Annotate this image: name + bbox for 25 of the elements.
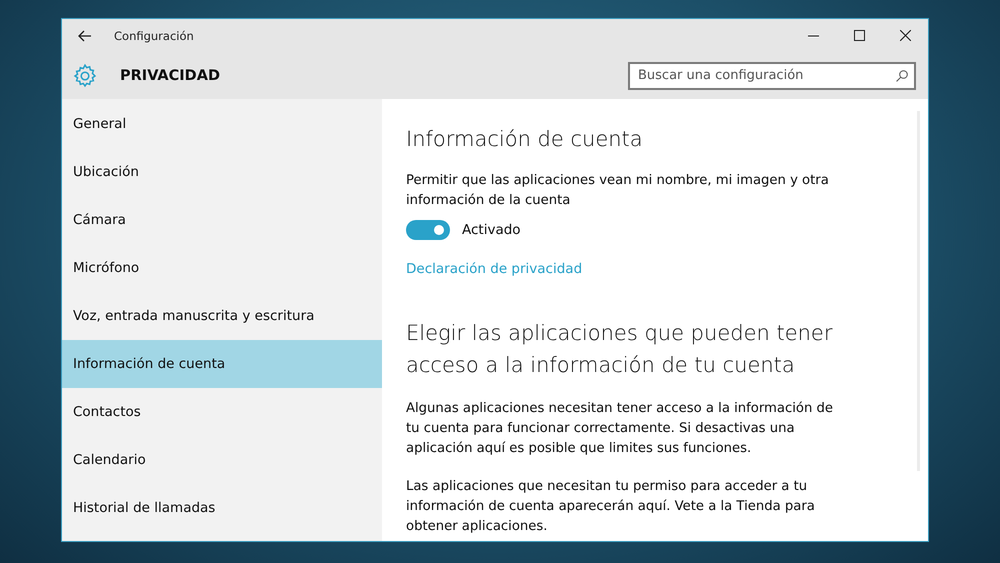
- info-paragraph: Algunas aplicaciones necesitan tener acceso a la información de tu cuenta para funcionar correctamente. Si desactivas una aplicación aquí es posible que limites sus funciones.: [406, 400, 834, 458]
- sidebar-item[interactable]: Contactos: [62, 388, 382, 436]
- sidebar-item[interactable]: Calendario: [62, 436, 382, 484]
- sidebar-item[interactable]: Voz, entrada manuscrita y escritura: [62, 292, 382, 340]
- sidebar-item[interactable]: Micrófono: [62, 244, 382, 292]
- minimize-icon: [808, 34, 818, 36]
- page-title: PRIVACIDAD: [120, 68, 221, 84]
- close-icon: [900, 30, 910, 41]
- search-icon: [896, 70, 908, 82]
- sidebar-item[interactable]: Cámara: [62, 196, 382, 244]
- setting-description: Permitir que las aplicaciones vean mi nombre, mi imagen y otra información de la cuenta: [406, 172, 830, 210]
- maximize-icon: [854, 30, 864, 41]
- sidebar-item[interactable]: Información de cuenta: [62, 340, 382, 388]
- info-paragraph: Las aplicaciones que necesitan tu permiso para acceder a tu información de cuenta aparecerán aquí. Vete a la Tienda para obtener aplicaciones.: [406, 478, 816, 536]
- toggle-label: Activado: [462, 222, 521, 238]
- window-title: Configuración: [114, 28, 195, 42]
- sidebar-item[interactable]: Historial de llamadas: [62, 484, 382, 532]
- back-arrow-icon: [78, 30, 92, 42]
- sidebar-item[interactable]: General: [62, 100, 382, 148]
- toggle-switch[interactable]: [406, 220, 450, 240]
- sidebar-item[interactable]: Ubicación: [62, 148, 382, 196]
- settings-icon: [72, 62, 98, 88]
- section-title: Elegir las aplicaciones que pueden tener acceso a la información de tu cuenta: [406, 320, 834, 379]
- section-title: Información de cuenta: [406, 127, 644, 151]
- search-field[interactable]: Buscar una configuración: [628, 62, 916, 90]
